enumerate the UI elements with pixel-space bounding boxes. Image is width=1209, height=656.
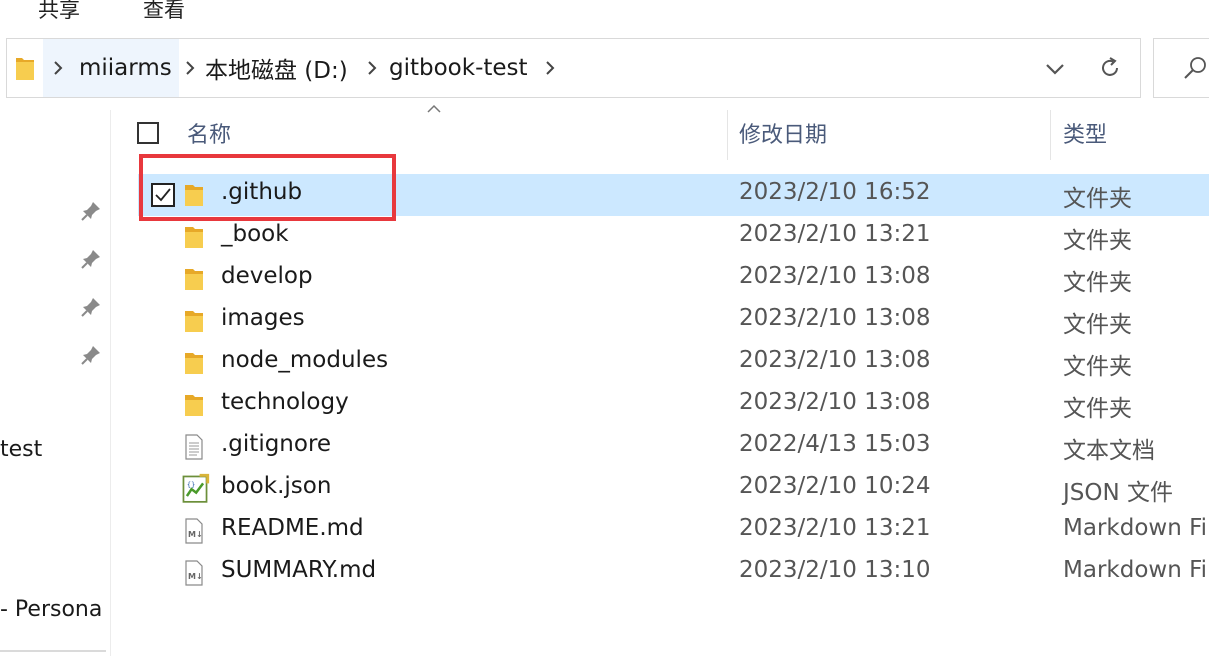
column-header-row: 名称 修改日期 类型 [110,104,1209,162]
file-row-summary[interactable]: M↓ SUMMARY.md 2023/2/10 13:10 Markdown F… [138,552,1209,594]
nav-item-test[interactable]: test [0,437,42,462]
file-type: 文件夹 [1063,228,1132,254]
check-icon [155,188,171,202]
address-history-dropdown[interactable] [1035,49,1075,89]
file-type: 文件夹 [1063,312,1132,338]
folder-icon [185,185,203,206]
file-type: 文件夹 [1063,354,1132,380]
file-date: 2023/2/10 13:21 [739,515,931,541]
markdown-file-icon: M↓ [185,560,203,586]
folder-icon [185,311,203,332]
nav-divider [0,650,106,652]
column-date-modified[interactable]: 修改日期 [739,117,827,149]
ribbon-tab-share[interactable]: 共享 [38,0,80,24]
search-icon [1184,57,1206,79]
file-type: JSON 文件 [1063,480,1174,506]
file-date: 2023/2/10 13:08 [739,263,931,289]
folder-icon [185,353,203,374]
address-root[interactable] [7,39,43,97]
folder-icon [16,58,34,80]
breadcrumb-label: 本地磁盘 (D:) [205,58,348,84]
breadcrumb-miiarms[interactable]: miiarms [73,39,179,97]
breadcrumb-label: gitbook-test [389,55,528,81]
markdown-file-icon: M↓ [185,518,203,544]
file-type: 文件夹 [1063,396,1132,422]
folder-icon [185,269,203,290]
navigation-pane: test - Persona [0,110,111,656]
breadcrumb-local-disk[interactable]: 本地磁盘 (D:) [205,39,355,97]
file-name: develop [221,263,313,289]
file-type: 文件夹 [1063,186,1132,212]
file-name: book.json [221,473,332,499]
pin-icon[interactable] [80,200,102,222]
select-all-checkbox[interactable] [137,122,159,144]
address-bar[interactable]: miiarms 本地磁盘 (D:) gitbook-test [6,38,1081,98]
file-name: node_modules [221,347,389,373]
file-row-github[interactable]: .github 2023/2/10 16:52 文件夹 [138,174,1209,216]
file-name: .gitignore [221,431,332,457]
file-row-node-modules[interactable]: node_modules 2023/2/10 13:08 文件夹 [138,342,1209,384]
chevron-down-icon [1046,64,1064,75]
breadcrumb-label: miiarms [79,55,172,81]
chevron-right-icon [368,61,377,75]
file-date: 2023/2/10 13:21 [739,221,931,247]
file-row-gitignore[interactable]: .gitignore 2022/4/13 15:03 文本文档 [138,426,1209,468]
file-row-book[interactable]: _book 2023/2/10 13:21 文件夹 [138,216,1209,258]
file-name: technology [221,389,349,415]
chevron-right-icon [54,61,63,75]
folder-icon [185,395,203,416]
file-date: 2023/2/10 13:08 [739,389,931,415]
pin-icon[interactable] [80,296,102,318]
svg-text:{}: {} [187,481,195,489]
breadcrumb-chevron[interactable] [43,39,73,97]
file-type: Markdown Fi [1063,515,1208,541]
pin-icon[interactable] [80,344,102,366]
chevron-right-icon [546,61,555,75]
ribbon-tab-view[interactable]: 查看 [143,0,185,24]
file-name: README.md [221,515,364,541]
file-date: 2023/2/10 16:52 [739,179,931,205]
svg-text:M↓: M↓ [188,572,203,581]
file-row-develop[interactable]: develop 2023/2/10 13:08 文件夹 [138,258,1209,300]
file-date: 2023/2/10 13:10 [739,557,931,583]
address-toolbar: miiarms 本地磁盘 (D:) gitbook-test [0,30,1209,110]
file-date: 2022/4/13 15:03 [739,431,931,457]
row-checkbox[interactable] [151,183,175,207]
file-type: 文本文档 [1063,438,1155,464]
file-name: SUMMARY.md [221,557,377,583]
sort-ascending-icon [427,104,441,113]
file-date: 2023/2/10 10:24 [739,473,931,499]
file-name: images [221,305,305,331]
pin-icon[interactable] [80,248,102,270]
file-type: Markdown Fi [1063,557,1208,583]
search-input[interactable] [1153,38,1209,98]
svg-text:M↓: M↓ [188,530,203,539]
file-row-readme[interactable]: M↓ README.md 2023/2/10 13:21 Markdown Fi [138,510,1209,552]
refresh-button[interactable] [1079,38,1141,98]
ribbon-tabs: 共享 查看 [0,0,1209,30]
text-file-icon [185,434,203,460]
file-row-technology[interactable]: technology 2023/2/10 13:08 文件夹 [138,384,1209,426]
breadcrumb-gitbook-test[interactable]: gitbook-test [389,39,539,97]
file-type: 文件夹 [1063,270,1132,296]
breadcrumb-chevron[interactable] [175,39,205,97]
column-name[interactable]: 名称 [187,117,231,149]
breadcrumb-chevron[interactable] [357,39,387,97]
json-file-icon: {} [182,473,210,503]
folder-icon [185,227,203,248]
column-divider[interactable] [727,110,728,160]
column-type[interactable]: 类型 [1063,117,1107,149]
file-date: 2023/2/10 13:08 [739,347,931,373]
file-name: _book [221,221,289,247]
file-row-book-json[interactable]: {} book.json 2023/2/10 10:24 JSON 文件 [138,468,1209,510]
file-name: .github [221,179,303,205]
file-date: 2023/2/10 13:08 [739,305,931,331]
nav-item-personal[interactable]: - Persona [0,597,102,622]
file-row-images[interactable]: images 2023/2/10 13:08 文件夹 [138,300,1209,342]
refresh-icon [1101,57,1118,76]
breadcrumb-chevron[interactable] [535,39,565,97]
column-divider[interactable] [1050,110,1051,160]
chevron-right-icon [186,61,195,75]
